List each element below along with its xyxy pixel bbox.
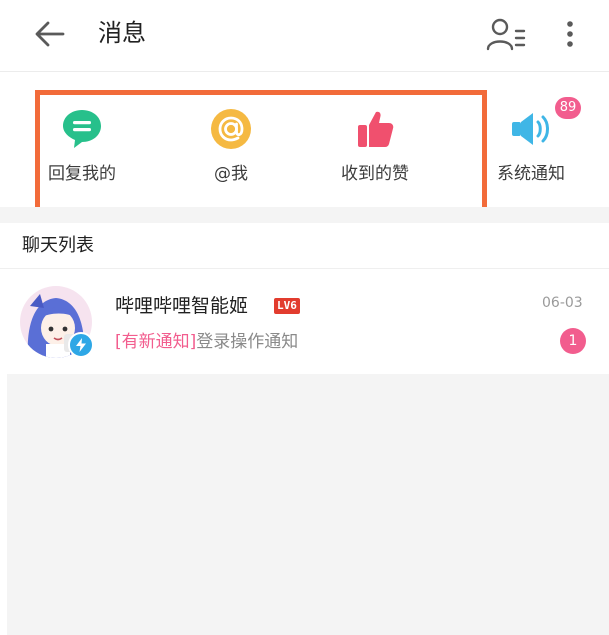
quick-action-label: 回复我的 (48, 164, 116, 184)
thumbs-up-icon (358, 111, 394, 147)
lightning-icon (76, 338, 86, 352)
notification-count-badge: 89 (555, 97, 581, 119)
contacts-button[interactable] (482, 12, 530, 56)
chat-list-item[interactable]: 哔哩哔哩智能姬 LV6 [有新通知]登录操作通知 06-03 1 (0, 270, 609, 374)
reply-to-me-button[interactable]: 回复我的 (27, 99, 137, 189)
page-title: 消息 (98, 19, 146, 47)
more-options-button[interactable] (552, 12, 588, 56)
at-sign-icon (211, 109, 251, 149)
likes-received-button[interactable]: 收到的赞 (320, 99, 430, 189)
chat-list-header: 聊天列表 (0, 223, 609, 269)
unread-count-badge: 1 (560, 328, 586, 354)
level-badge: LV6 (274, 298, 300, 314)
more-vertical-icon (567, 21, 573, 47)
chat-preview: [有新通知]登录操作通知 (115, 330, 298, 354)
chat-preview-text: 登录操作通知 (196, 332, 299, 352)
quick-actions-row: 回复我的 @我 收到的赞 系统通知 (0, 73, 609, 207)
back-button[interactable] (28, 14, 72, 54)
top-app-bar: 消息 (0, 0, 609, 72)
quick-action-label: @我 (214, 164, 248, 184)
verified-badge (68, 332, 94, 358)
arrow-left-icon (35, 21, 65, 47)
contacts-list-icon (486, 18, 526, 51)
empty-list-area (7, 374, 609, 635)
reply-bubble-icon (63, 110, 101, 148)
chat-timestamp: 06-03 (542, 295, 583, 311)
new-notification-tag: [有新通知] (115, 332, 197, 352)
chat-contact-name: 哔哩哔哩智能姬 (115, 295, 249, 317)
quick-action-label: 收到的赞 (341, 164, 409, 184)
quick-action-label: 系统通知 (497, 164, 565, 184)
section-divider (0, 207, 609, 223)
chat-list-title: 聊天列表 (22, 235, 94, 256)
speaker-icon (512, 113, 549, 145)
mentions-button[interactable]: @我 (176, 99, 286, 189)
